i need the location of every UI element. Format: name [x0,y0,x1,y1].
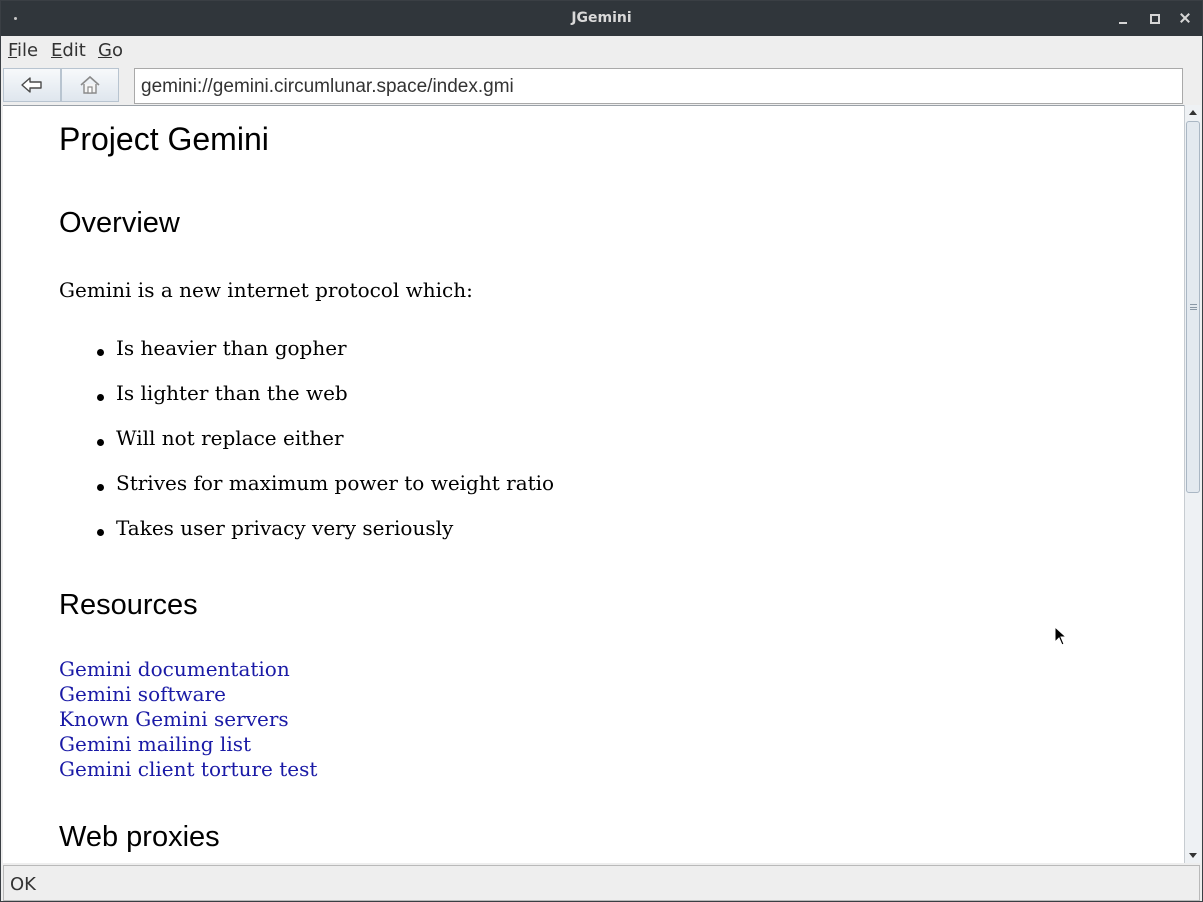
menu-file[interactable]: File [8,40,38,61]
list-item-text: Takes user privacy very seriously [116,516,454,540]
vertical-scrollbar[interactable] [1184,105,1201,863]
list-item-text: Is lighter than the web [116,381,348,405]
link-known-gemini-servers[interactable]: Known Gemini servers [59,707,317,732]
mouse-cursor-icon [1054,626,1068,646]
resource-links: Gemini documentation Gemini software Kno… [59,657,317,782]
heading-resources: Resources [59,589,198,621]
app-window: JGemini File Edit Go gemini://gemini.cir… [0,0,1203,902]
bullet-icon [97,394,104,401]
scrollbar-thumb[interactable] [1186,121,1200,493]
menu-file-mnemonic: F [8,40,18,61]
address-input[interactable]: gemini://gemini.circumlunar.space/index.… [134,68,1183,104]
back-button[interactable] [3,68,61,102]
list-item-text: Strives for maximum power to weight rati… [116,471,555,495]
bullet-icon [97,529,104,536]
intro-paragraph: Gemini is a new internet protocol which: [59,278,473,302]
bullet-icon [97,439,104,446]
list-item-text: Is heavier than gopher [116,336,347,360]
link-gemini-mailing-list[interactable]: Gemini mailing list [59,732,317,757]
bullet-icon [97,349,104,356]
close-icon[interactable] [1176,9,1194,27]
heading-overview: Overview [59,207,180,239]
scroll-up-icon[interactable] [1186,105,1201,120]
page-viewport[interactable]: Project Gemini Overview Gemini is a new … [3,105,1184,863]
link-gemini-software[interactable]: Gemini software [59,682,317,707]
maximize-icon[interactable] [1146,9,1164,27]
toolbar: gemini://gemini.circumlunar.space/index.… [1,65,1202,105]
grip-icon [1190,304,1197,310]
scroll-down-icon[interactable] [1186,848,1201,863]
back-arrow-icon [21,77,42,93]
menu-file-label: ile [17,40,39,61]
status-text: OK [10,874,36,895]
window-title: JGemini [571,10,632,26]
menu-edit-mnemonic: E [51,40,63,61]
menu-bar: File Edit Go [1,36,1202,65]
title-bar[interactable]: JGemini [1,1,1202,36]
menu-go-mnemonic: G [98,40,112,61]
page-title: Project Gemini [59,121,269,157]
minimize-icon[interactable] [1115,9,1133,27]
status-bar: OK [3,865,1200,901]
bullet-icon [97,484,104,491]
home-icon [80,75,100,94]
menu-edit-label: dit [62,40,86,61]
home-button[interactable] [61,68,119,102]
menu-edit[interactable]: Edit [51,40,86,61]
link-gemini-client-torture-test[interactable]: Gemini client torture test [59,757,317,782]
list-item-text: Will not replace either [116,426,344,450]
link-gemini-documentation[interactable]: Gemini documentation [59,657,317,682]
menu-go-label: o [111,40,123,61]
menu-go[interactable]: Go [98,40,123,61]
heading-web-proxies: Web proxies [59,821,220,853]
